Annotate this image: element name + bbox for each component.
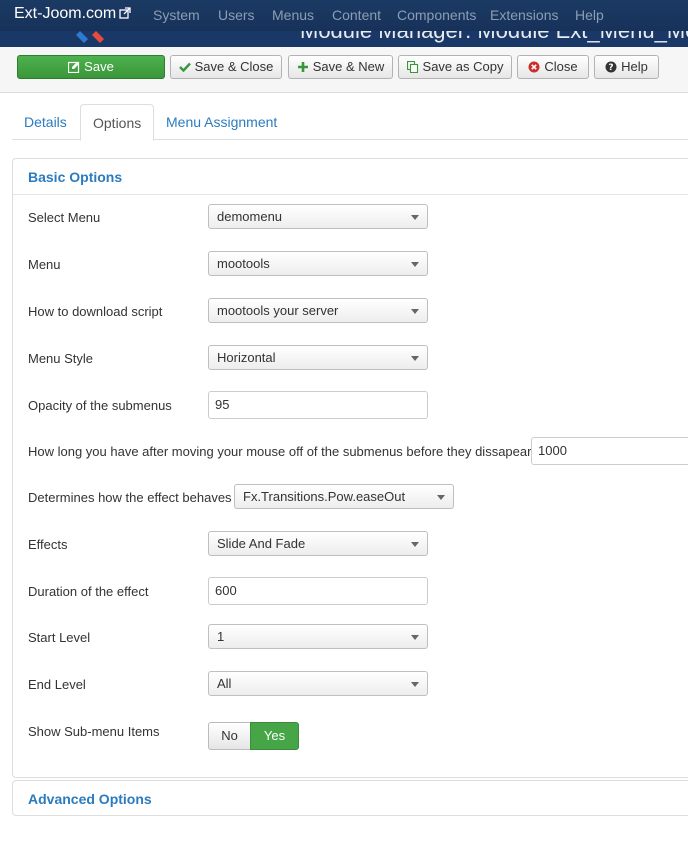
- start-level-value: 1: [217, 629, 225, 644]
- save-label: Save: [84, 59, 114, 74]
- chevron-down-icon: [411, 356, 419, 361]
- download-script-dropdown[interactable]: mootools your server: [208, 298, 428, 323]
- end-level-value: All: [217, 676, 232, 691]
- joomla-logo-icon: [76, 31, 104, 43]
- menu-users[interactable]: Users: [218, 7, 255, 23]
- basic-options-heading[interactable]: Basic Options: [13, 159, 688, 195]
- select-menu-value: demomenu: [217, 209, 283, 224]
- transition-label: Determines how the effect behaves: [28, 490, 232, 505]
- close-button[interactable]: Close: [517, 55, 589, 79]
- opacity-label: Opacity of the submenus: [28, 398, 172, 413]
- tab-details[interactable]: Details: [12, 104, 79, 140]
- transition-value: Fx.Transitions.Pow.easeOut: [243, 489, 406, 504]
- menu-help[interactable]: Help: [575, 7, 604, 23]
- toolbar: Save Save & Close Save & New Save as Cop…: [0, 47, 688, 93]
- save-new-label: Save & New: [312, 59, 385, 74]
- menu-style-dropdown[interactable]: Horizontal: [208, 345, 428, 370]
- chevron-down-icon: [411, 635, 419, 640]
- delay-input[interactable]: 1000: [531, 437, 688, 465]
- menu-dropdown[interactable]: mootools: [208, 251, 428, 276]
- close-icon: [528, 61, 540, 73]
- transition-dropdown[interactable]: Fx.Transitions.Pow.easeOut: [234, 484, 454, 509]
- tab-options[interactable]: Options: [80, 104, 155, 141]
- show-submenu-no-button[interactable]: No: [208, 722, 250, 750]
- check-icon: [178, 62, 191, 73]
- menu-content[interactable]: Content: [332, 7, 381, 23]
- save-close-button[interactable]: Save & Close: [170, 55, 282, 79]
- menu-system[interactable]: System: [153, 7, 200, 23]
- page-header: Module Manager: Module Ext_Menu_Mootools: [0, 31, 688, 47]
- menu-style-label: Menu Style: [28, 351, 94, 366]
- copy-icon: [406, 60, 418, 74]
- help-icon: ?: [605, 61, 617, 73]
- chevron-down-icon: [411, 309, 419, 314]
- delay-label: How long you have after moving your mous…: [28, 444, 532, 459]
- advanced-options-heading[interactable]: Advanced Options: [13, 781, 688, 817]
- chevron-down-icon: [411, 682, 419, 687]
- help-button[interactable]: ? Help: [594, 55, 659, 79]
- end-level-label: End Level: [28, 677, 86, 692]
- advanced-options-panel: Advanced Options: [12, 780, 688, 816]
- menu-components[interactable]: Components: [397, 7, 476, 23]
- effects-label: Effects: [28, 537, 68, 552]
- save-button[interactable]: Save: [17, 55, 165, 79]
- tab-bar: Details Options Menu Assignment: [12, 104, 688, 141]
- select-menu-dropdown[interactable]: demomenu: [208, 204, 428, 229]
- save-copy-label: Save as Copy: [422, 59, 504, 74]
- show-submenu-yes-button[interactable]: Yes: [250, 722, 299, 750]
- save-new-button[interactable]: Save & New: [288, 55, 393, 79]
- start-level-dropdown[interactable]: 1: [208, 624, 428, 649]
- menu-extensions[interactable]: Extensions: [490, 7, 558, 23]
- chevron-down-icon: [411, 215, 419, 220]
- help-label: Help: [621, 59, 648, 74]
- brand[interactable]: Ext-Joom.com: [14, 5, 131, 23]
- show-submenu-label: Show Sub-menu Items: [28, 724, 160, 739]
- show-submenu-toggle: No Yes: [208, 722, 299, 750]
- menu-style-value: Horizontal: [217, 350, 276, 365]
- opacity-input[interactable]: 95: [208, 391, 428, 419]
- start-level-label: Start Level: [28, 630, 91, 645]
- edit-icon: [68, 61, 80, 74]
- download-script-label: How to download script: [28, 304, 163, 319]
- save-close-label: Save & Close: [194, 59, 274, 74]
- download-script-value: mootools your server: [217, 303, 339, 318]
- end-level-dropdown[interactable]: All: [208, 671, 428, 696]
- svg-text:?: ?: [609, 63, 614, 73]
- menu-label: Menu: [28, 257, 61, 272]
- menu-value: mootools: [217, 256, 270, 271]
- close-label: Close: [544, 59, 578, 74]
- menu-menus[interactable]: Menus: [272, 7, 314, 23]
- chevron-down-icon: [411, 262, 419, 267]
- duration-label: Duration of the effect: [28, 584, 149, 599]
- page-title: Module Manager: Module Ext_Menu_Mootools: [300, 31, 688, 44]
- effects-dropdown[interactable]: Slide And Fade: [208, 531, 428, 556]
- brand-label: Ext-Joom.com: [14, 5, 117, 22]
- top-navbar: Ext-Joom.com System Users Menus Content …: [0, 0, 688, 31]
- external-link-icon: [119, 7, 131, 19]
- select-menu-label: Select Menu: [28, 210, 101, 225]
- duration-input[interactable]: 600: [208, 577, 428, 605]
- chevron-down-icon: [437, 495, 445, 500]
- save-copy-button[interactable]: Save as Copy: [398, 55, 512, 79]
- effects-value: Slide And Fade: [217, 536, 306, 551]
- plus-icon: [297, 62, 308, 72]
- chevron-down-icon: [411, 542, 419, 547]
- tab-menu-assignment[interactable]: Menu Assignment: [154, 104, 289, 140]
